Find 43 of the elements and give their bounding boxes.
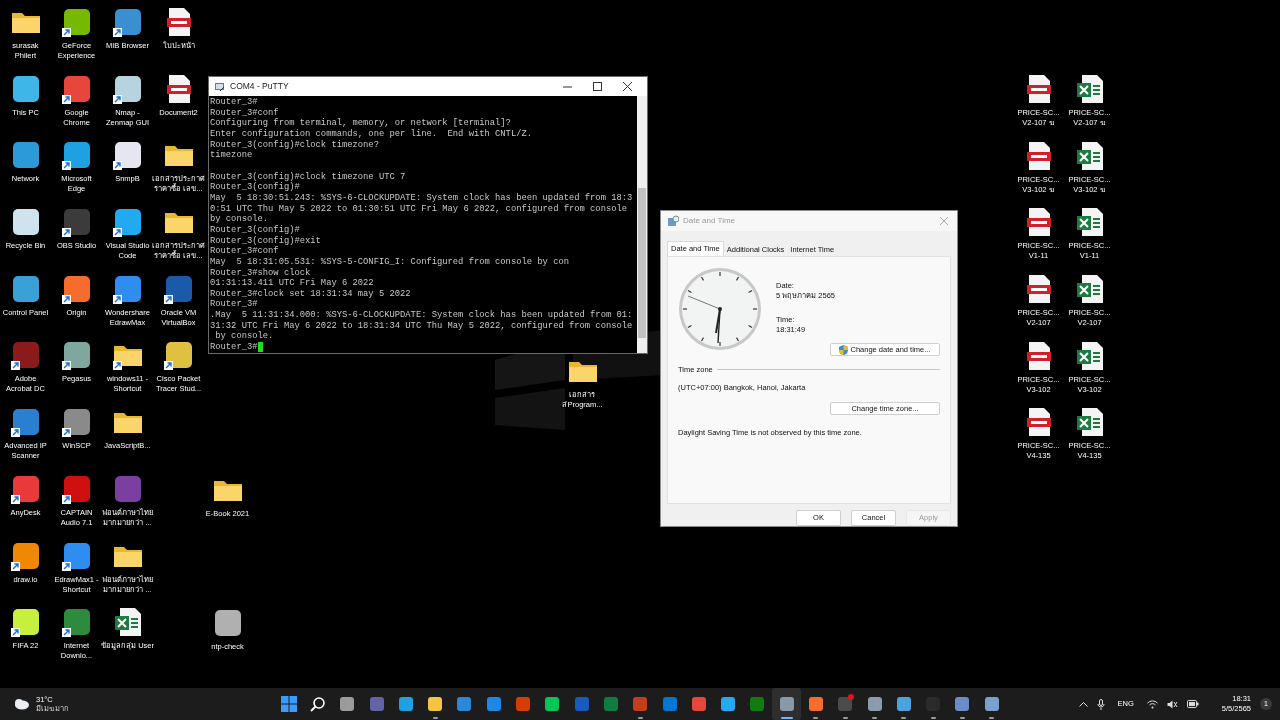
terminal-prompt: Router_3# <box>210 342 258 353</box>
running-indicator <box>872 717 878 719</box>
chevron-up-icon[interactable] <box>1078 701 1088 707</box>
app-icon[interactable] <box>60 406 93 439</box>
scrollbar[interactable] <box>637 96 647 353</box>
scrollbar-thumb[interactable] <box>638 188 646 338</box>
app-icon[interactable] <box>60 339 93 372</box>
window-title: Date and Time <box>683 215 736 227</box>
running-indicator <box>959 717 965 719</box>
window-title: COM4 - PuTTY <box>230 80 289 93</box>
app-icon[interactable] <box>60 139 93 172</box>
running-indicator <box>813 717 819 719</box>
close-icon <box>940 217 948 225</box>
cloud-icon <box>12 698 30 710</box>
app-icon[interactable] <box>162 339 195 372</box>
running-indicator <box>842 717 848 719</box>
app-icon[interactable] <box>111 139 144 172</box>
taskbar-button[interactable] <box>772 688 802 720</box>
speaker-muted-icon[interactable] <box>1166 699 1178 709</box>
running-indicator <box>989 717 995 719</box>
terminal-output: Router_3# Router_3#conf Configuring from terminal, memory, or network [terminal]? Enter configuration commands, one per line. End with CNTL/Z. Router_3(config)#clock timezone? timezone Router_3(config)#clock timezone UTC 7 Router_3(config)# May 5 18:30:51.243: %SYS-6-CLOCKUPDATE: System clock has been updated from 18:3 0:51 UTC Thu May 5 2022 to 01:30:51 UTC Fri May 6 2022, configured from console by console. Router_3(config)# Router_3(config)#exit Router_3#conf May 5 18:31:05.531: %SYS-5-CONFIG_I: Configured from console by con Router_3#show clock 01:31:13.411 UTC Fri May 6 2022 Router_3#clock set 18:31:34 may 5 2022 Router_3# .May 5 11:31:34.000: %SYS-6-CLOCKUPDATE: System clock has been updated from 01: 31:32 UTC Fri May 6 2022 to 18:31:34 UTC Thu May 5 2022, configured from console by console. <box>210 97 634 343</box>
text-cursor <box>257 342 263 353</box>
microphone-icon[interactable] <box>1096 698 1105 710</box>
app-icon[interactable] <box>111 6 144 38</box>
app-icon[interactable] <box>60 206 93 239</box>
app-icon[interactable] <box>60 606 93 639</box>
date-time-icon <box>667 215 679 227</box>
running-indicator <box>432 717 438 719</box>
close-icon <box>622 82 632 91</box>
maximize-icon <box>592 82 602 91</box>
wifi-icon[interactable] <box>1146 699 1158 709</box>
app-icon[interactable] <box>60 6 93 38</box>
terminal-icon <box>214 80 226 93</box>
running-indicator <box>901 717 907 719</box>
app-icon[interactable] <box>9 339 42 372</box>
app-icon[interactable] <box>9 406 42 439</box>
shield-icon <box>839 344 849 355</box>
running-indicator <box>930 717 936 719</box>
battery-icon[interactable] <box>1186 700 1199 708</box>
running-indicator <box>637 717 643 719</box>
running-indicator <box>780 717 793 719</box>
app-icon[interactable] <box>9 606 42 639</box>
app-icon[interactable] <box>111 206 144 239</box>
